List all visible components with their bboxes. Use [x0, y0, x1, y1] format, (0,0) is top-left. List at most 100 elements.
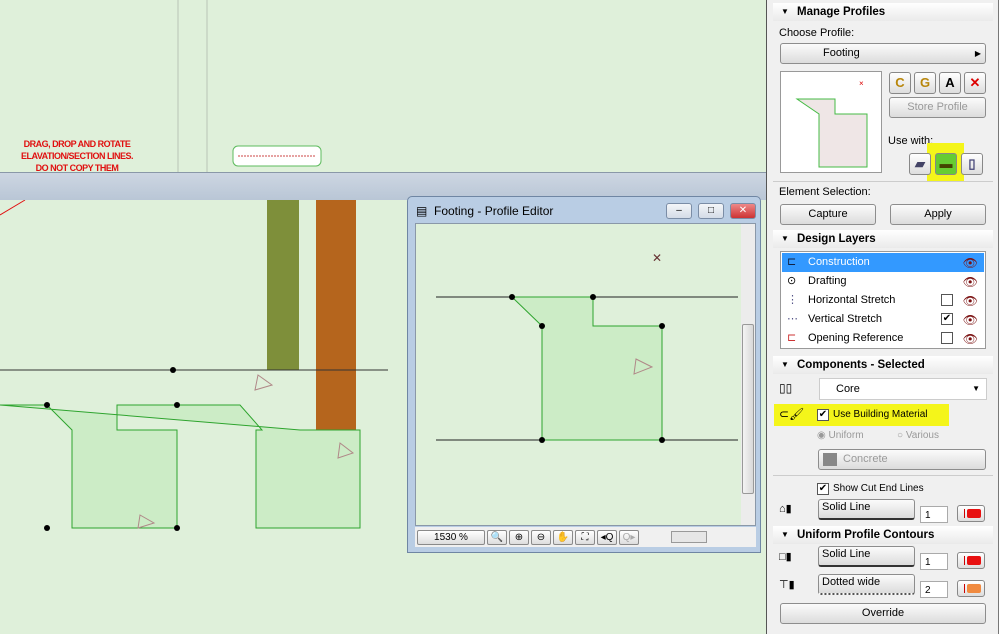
uniform-radio[interactable]: ◉ Uniform	[817, 430, 864, 441]
rename-profile-button[interactable]: A	[939, 72, 961, 94]
layer-checkbox[interactable]: ✔	[941, 313, 953, 325]
contours-header[interactable]: Uniform Profile Contours	[773, 526, 993, 544]
cut-end-pen-color[interactable]	[957, 505, 985, 522]
material-value: Concrete	[843, 453, 888, 465]
previous-zoom-button[interactable]: ◂Q	[597, 529, 617, 545]
use-with-beam-button[interactable]: ▬	[935, 153, 957, 175]
contour-pen-field[interactable]: 1	[920, 553, 948, 570]
warning-line: DRAG, DROP AND ROTATE	[23, 139, 131, 149]
layer-checkbox[interactable]	[941, 332, 953, 344]
component-dropdown[interactable]: Core ▼	[819, 378, 987, 400]
building-material-icon: ⊂🖌	[779, 407, 805, 421]
components-header[interactable]: Components - Selected	[773, 356, 993, 374]
profile-manager-panel: Manage Profiles Choose Profile: Footing ▶…	[766, 0, 999, 634]
layer-checkbox[interactable]	[941, 294, 953, 306]
zoom-fit-button[interactable]: 🔍	[487, 529, 507, 545]
delete-profile-button[interactable]: ✕	[964, 72, 986, 94]
manage-profiles-header[interactable]: Manage Profiles	[773, 3, 993, 21]
cut-end-line-type[interactable]: Solid Line	[818, 499, 915, 520]
dotted-contour-icon: ⊤▮	[779, 579, 795, 591]
zoom-out-button[interactable]: ⊖	[531, 529, 551, 545]
drafting-layer-icon: ⊙	[787, 275, 797, 287]
eye-icon[interactable]: 👁	[963, 311, 978, 330]
window-icon: ▤	[416, 204, 428, 218]
line-type-value: Solid Line	[822, 501, 871, 513]
horizontal-stretch-icon: ⋮	[787, 294, 798, 306]
next-zoom-button[interactable]: Q▸	[619, 529, 639, 545]
window-title: Footing - Profile Editor	[434, 204, 554, 218]
layer-vertical-stretch[interactable]: ⋯ Vertical Stretch ✔ 👁	[782, 310, 984, 329]
cut-end-pen-field[interactable]: 1	[920, 506, 948, 523]
zoom-in-button[interactable]: ⊕	[509, 529, 529, 545]
dotted-line-type[interactable]: Dotted wide	[818, 574, 915, 595]
apply-button[interactable]: Apply	[890, 204, 986, 225]
layer-label: Drafting	[808, 275, 847, 287]
dotted-pen-color[interactable]	[957, 580, 985, 597]
contour-line-icon: □▮	[779, 551, 792, 563]
scrollbar-thumb[interactable]	[742, 324, 754, 494]
element-selection-label: Element Selection:	[779, 186, 871, 198]
profile-editor-view[interactable]: ✕	[415, 223, 756, 526]
show-cut-end-lines-checkbox[interactable]: ✔	[817, 483, 829, 495]
layer-opening-reference[interactable]: ⊏ Opening Reference 👁	[782, 329, 984, 348]
zoom-level-field[interactable]: 1530 %	[417, 529, 485, 545]
override-button[interactable]: Override	[780, 603, 986, 624]
use-with-wall-button[interactable]: ▰	[909, 153, 931, 175]
layer-label: Opening Reference	[808, 332, 904, 344]
footing-profile	[0, 404, 361, 529]
line-type-value: Dotted wide	[822, 576, 881, 588]
profile-selector[interactable]: Footing ▶	[780, 43, 986, 64]
preview-shape	[795, 98, 868, 168]
scrollbar-thumb[interactable]	[671, 531, 707, 543]
maximize-button[interactable]: □	[698, 203, 724, 219]
origin-marker: ✕	[652, 251, 662, 265]
opening-reference-icon: ⊏	[787, 332, 797, 344]
eye-icon[interactable]: 👁	[963, 273, 978, 292]
horizontal-scrollbar[interactable]	[641, 530, 756, 544]
various-radio[interactable]: ○ Various	[897, 430, 939, 441]
line-type-value: Solid Line	[822, 548, 871, 560]
layer-label: Horizontal Stretch	[808, 294, 896, 306]
component-icon: ▯▯	[779, 381, 793, 395]
layer-construction[interactable]: ⊏ Construction 👁	[782, 253, 984, 272]
contour-pen-color[interactable]	[957, 552, 985, 569]
use-building-material-checkbox[interactable]: ✔	[817, 409, 829, 421]
dotted-pen-field[interactable]: 2	[920, 581, 948, 598]
profile-shape	[510, 296, 663, 441]
construction-layer-icon: ⊏	[787, 256, 797, 268]
chevron-down-icon: ▼	[972, 384, 980, 393]
use-with-column-button[interactable]: ▯	[961, 153, 983, 175]
duplicate-profile-button[interactable]: G	[914, 72, 936, 94]
profile-preview: ×	[780, 71, 882, 173]
orange-column	[316, 200, 356, 430]
layer-label: Vertical Stretch	[808, 313, 882, 325]
close-button[interactable]: ✕	[730, 203, 756, 219]
vertical-scrollbar[interactable]	[741, 224, 755, 525]
warning-line: DO NOT COPY THEM	[35, 163, 119, 173]
new-profile-button[interactable]: C	[889, 72, 911, 94]
editor-statusbar: 1530 % 🔍 ⊕ ⊖ ✋ ⛶ ◂Q Q▸	[415, 527, 756, 547]
material-swatch	[823, 453, 837, 466]
show-cut-end-lines-label: Show Cut End Lines	[833, 483, 924, 494]
layer-drafting[interactable]: ⊙ Drafting 👁	[782, 272, 984, 291]
capture-button[interactable]: Capture	[780, 204, 876, 225]
material-selector[interactable]: Concrete	[818, 449, 986, 470]
design-layers-header[interactable]: Design Layers	[773, 230, 993, 248]
contour-line-type[interactable]: Solid Line	[818, 546, 915, 567]
uniform-label: Uniform	[828, 430, 864, 441]
green-column	[267, 200, 299, 370]
zoom-window-button[interactable]: ⛶	[575, 529, 595, 545]
svg-text:×: ×	[859, 79, 864, 88]
profile-drawing: ✕	[436, 251, 738, 443]
store-profile-button[interactable]: Store Profile	[889, 97, 986, 118]
eye-icon[interactable]: 👁	[963, 330, 978, 349]
layer-horizontal-stretch[interactable]: ⋮ Horizontal Stretch 👁	[782, 291, 984, 310]
profile-editor-window[interactable]: ▤ Footing - Profile Editor – □ ✕ ✕ 1530 …	[407, 196, 761, 553]
eye-icon[interactable]: 👁	[963, 292, 978, 311]
pan-button[interactable]: ✋	[553, 529, 573, 545]
minimize-button[interactable]: –	[666, 203, 692, 219]
red-line	[0, 199, 26, 216]
eye-icon[interactable]: 👁	[963, 254, 978, 273]
use-building-material-label: Use Building Material	[833, 409, 928, 420]
vertical-stretch-icon: ⋯	[787, 313, 798, 325]
